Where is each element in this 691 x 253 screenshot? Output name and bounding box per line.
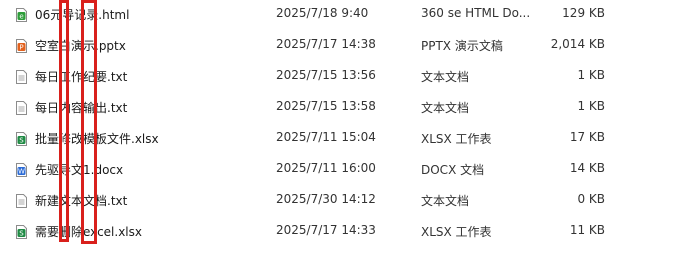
- file-row[interactable]: P 空室白演示.pptx 2025/7/17 14:38 PPTX 演示文稿 2…: [0, 31, 691, 62]
- pptx-icon: P: [16, 39, 27, 53]
- txt-icon: [16, 194, 27, 208]
- file-type: 文本文档: [421, 101, 470, 115]
- highlight-box-right: [81, 0, 97, 244]
- file-list: e 06元导记录.html 2025/7/18 9:40 360 se HTML…: [0, 0, 691, 253]
- highlight-box-left: [59, 0, 69, 242]
- file-type: PPTX 演示文稿: [421, 39, 503, 53]
- html-icon: e: [16, 8, 27, 22]
- file-size: 1 KB: [577, 99, 605, 113]
- file-size: 129 KB: [562, 6, 605, 20]
- file-type: 360 se HTML Do...: [421, 6, 531, 20]
- file-type: XLSX 工作表: [421, 225, 492, 239]
- file-type: DOCX 文档: [421, 163, 485, 177]
- file-date: 2025/7/15 13:58: [276, 99, 376, 113]
- file-type: XLSX 工作表: [421, 132, 492, 146]
- svg-text:P: P: [19, 44, 23, 52]
- file-date: 2025/7/18 9:40: [276, 6, 369, 20]
- file-row[interactable]: e 06元导记录.html 2025/7/18 9:40 360 se HTML…: [0, 0, 691, 31]
- file-type: 文本文档: [421, 70, 470, 84]
- file-row[interactable]: S 需要删除excel.xlsx 2025/7/17 14:33 XLSX 工作…: [0, 217, 691, 248]
- file-type: 文本文档: [421, 194, 470, 208]
- svg-text:W: W: [18, 168, 25, 176]
- file-date: 2025/7/17 14:38: [276, 37, 376, 51]
- xlsx-icon: S: [16, 225, 27, 239]
- file-date: 2025/7/30 14:12: [276, 192, 376, 206]
- xlsx-icon: S: [16, 132, 27, 146]
- file-row[interactable]: 每日工作纪要.txt 2025/7/15 13:56 文本文档 1 KB: [0, 62, 691, 93]
- file-row[interactable]: 每日内容输出.txt 2025/7/15 13:58 文本文档 1 KB: [0, 93, 691, 124]
- svg-text:S: S: [19, 230, 24, 238]
- file-date: 2025/7/11 16:00: [276, 161, 376, 175]
- svg-text:e: e: [19, 13, 23, 21]
- file-date: 2025/7/11 15:04: [276, 130, 376, 144]
- file-size: 0 KB: [577, 192, 605, 206]
- svg-text:S: S: [19, 137, 24, 145]
- file-row[interactable]: W 先驱导文1.docx 2025/7/11 16:00 DOCX 文档 14 …: [0, 155, 691, 186]
- file-size: 14 KB: [569, 161, 605, 175]
- txt-icon: [16, 70, 27, 84]
- file-size: 1 KB: [577, 68, 605, 82]
- file-size: 2,014 KB: [550, 37, 605, 51]
- file-date: 2025/7/15 13:56: [276, 68, 376, 82]
- file-date: 2025/7/17 14:33: [276, 223, 376, 237]
- file-row[interactable]: 新建文本文档.txt 2025/7/30 14:12 文本文档 0 KB: [0, 186, 691, 217]
- file-name: 先驱导文1.docx: [35, 163, 124, 177]
- docx-icon: W: [16, 163, 27, 177]
- file-row[interactable]: S 批量修改模板文件.xlsx 2025/7/11 15:04 XLSX 工作表…: [0, 124, 691, 155]
- txt-icon: [16, 101, 27, 115]
- file-size: 17 KB: [569, 130, 605, 144]
- file-size: 11 KB: [569, 223, 605, 237]
